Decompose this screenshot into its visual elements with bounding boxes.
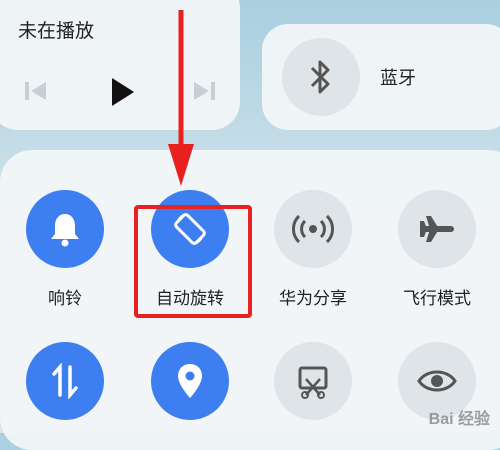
ringer-toggle[interactable] [26, 190, 104, 268]
media-status-text: 未在播放 [18, 21, 95, 42]
watermark: Bai 经验 [428, 411, 490, 428]
play-icon [112, 78, 134, 106]
bluetooth-icon [310, 60, 330, 94]
airplane-mode-toggle[interactable] [398, 190, 476, 268]
huawei-share-icon [292, 214, 334, 244]
previous-track-button[interactable] [18, 76, 54, 106]
bluetooth-toggle[interactable] [282, 38, 360, 116]
location-icon [178, 364, 202, 398]
annotation-highlight-box [134, 205, 252, 318]
annotation-arrow [168, 10, 194, 186]
screenshot-toggle[interactable] [274, 342, 352, 420]
huawei-share-label: 华为分享 [279, 289, 347, 308]
eye-comfort-icon [417, 370, 457, 392]
bluetooth-label: 蓝牙 [380, 68, 416, 88]
airplane-icon [420, 216, 454, 242]
airplane-mode-label: 飞行模式 [403, 289, 471, 308]
huawei-share-toggle[interactable] [274, 190, 352, 268]
play-button[interactable] [104, 72, 140, 112]
ringer-label: 响铃 [48, 289, 82, 308]
screenshot-icon [298, 366, 328, 399]
mobile-data-toggle[interactable] [26, 342, 104, 420]
location-toggle[interactable] [151, 342, 229, 420]
skip-previous-icon [25, 82, 46, 100]
mobile-data-icon [52, 363, 78, 399]
bell-icon [51, 214, 79, 247]
